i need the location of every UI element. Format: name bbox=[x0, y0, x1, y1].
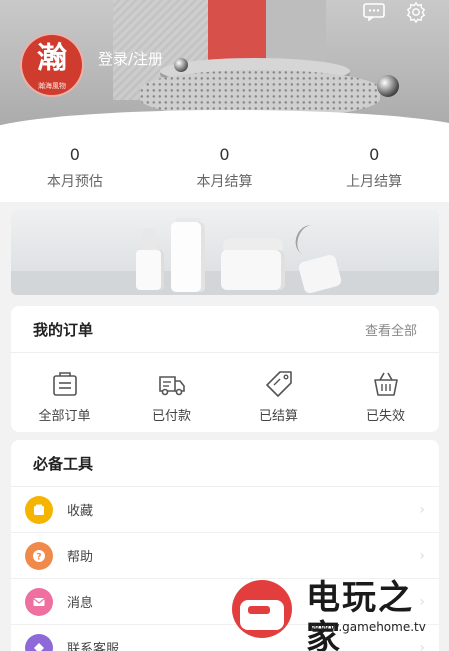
tool-label: 帮助 bbox=[67, 550, 94, 565]
profile-header: 瀚 瀚海風物 登录/注册 bbox=[0, 0, 449, 135]
order-tab-label: 已结算 bbox=[258, 409, 298, 424]
login-register-link[interactable]: 登录/注册 bbox=[98, 48, 163, 69]
stat-last-month-settled[interactable]: 0 上月结算 bbox=[299, 135, 449, 202]
banner-jar bbox=[221, 250, 285, 290]
tools-header: 必备工具 bbox=[11, 440, 439, 487]
gear-icon[interactable] bbox=[403, 0, 429, 24]
orders-header: 我的订单 查看全部 bbox=[11, 306, 439, 353]
stat-value: 0 bbox=[369, 145, 380, 164]
tools-title: 必备工具 bbox=[33, 454, 94, 473]
help-icon: ? bbox=[25, 541, 53, 570]
order-tab-label: 已付款 bbox=[151, 409, 191, 424]
my-orders-card: 我的订单 查看全部 全部订单 已付款 已结算 已失效 bbox=[11, 306, 439, 432]
stat-label: 上月结算 bbox=[346, 174, 403, 190]
stat-label: 本月结算 bbox=[196, 174, 253, 190]
chevron-right-icon: › bbox=[419, 547, 425, 564]
orders-title: 我的订单 bbox=[33, 320, 94, 339]
tool-label: 收藏 bbox=[67, 504, 94, 519]
order-tab-label: 全部订单 bbox=[38, 409, 91, 424]
view-all-orders-link[interactable]: 查看全部 bbox=[365, 320, 417, 339]
price-tag-icon bbox=[265, 371, 292, 397]
stat-this-month-estimate[interactable]: 0 本月预估 bbox=[0, 135, 150, 202]
order-tab-invalid[interactable]: 已失效 bbox=[332, 369, 439, 424]
order-tab-settled[interactable]: 已结算 bbox=[225, 369, 332, 424]
tool-item-favorites[interactable]: 收藏 › bbox=[11, 487, 439, 533]
chevron-right-icon: › bbox=[419, 501, 425, 518]
tool-item-help[interactable]: ? 帮助 › bbox=[11, 533, 439, 579]
delivery-truck-icon bbox=[158, 376, 185, 396]
site-watermark: 电玩之家 www.gamehome.tv bbox=[228, 576, 443, 651]
banner-dropper bbox=[142, 228, 156, 252]
stat-label: 本月预估 bbox=[46, 174, 103, 190]
watermark-brand: 电玩之家 bbox=[306, 578, 414, 651]
order-status-row: 全部订单 已付款 已结算 已失效 bbox=[11, 353, 439, 424]
gamepad-icon bbox=[248, 606, 270, 614]
header-decor-ball bbox=[174, 58, 188, 72]
favorite-icon bbox=[25, 495, 53, 524]
earnings-stats: 0 本月预估 0 本月结算 0 上月结算 bbox=[0, 135, 449, 202]
stat-this-month-settled[interactable]: 0 本月结算 bbox=[150, 135, 300, 202]
banner-bottle bbox=[136, 250, 164, 290]
avatar[interactable]: 瀚 瀚海風物 bbox=[20, 33, 84, 97]
order-tab-all[interactable]: 全部订单 bbox=[11, 369, 118, 424]
watermark-url: www.gamehome.tv bbox=[310, 620, 426, 634]
avatar-logo-subtext: 瀚海風物 bbox=[38, 82, 66, 90]
header-wave bbox=[0, 110, 449, 135]
mail-icon bbox=[25, 587, 53, 616]
svg-text:?: ? bbox=[36, 552, 41, 562]
message-icon[interactable] bbox=[361, 0, 387, 24]
customer-service-icon bbox=[25, 633, 53, 651]
avatar-logo-char: 瀚 bbox=[37, 41, 67, 76]
stat-value: 0 bbox=[219, 145, 230, 164]
promo-banner[interactable] bbox=[11, 210, 439, 295]
banner-leaf bbox=[291, 221, 325, 259]
banner-tall-bottle bbox=[171, 222, 205, 292]
order-tab-label: 已失效 bbox=[365, 409, 405, 424]
basket-icon bbox=[373, 372, 398, 396]
order-tab-paid[interactable]: 已付款 bbox=[118, 369, 225, 424]
order-list-icon bbox=[52, 372, 77, 396]
header-decor-ball bbox=[377, 75, 399, 97]
stat-value: 0 bbox=[69, 145, 80, 164]
